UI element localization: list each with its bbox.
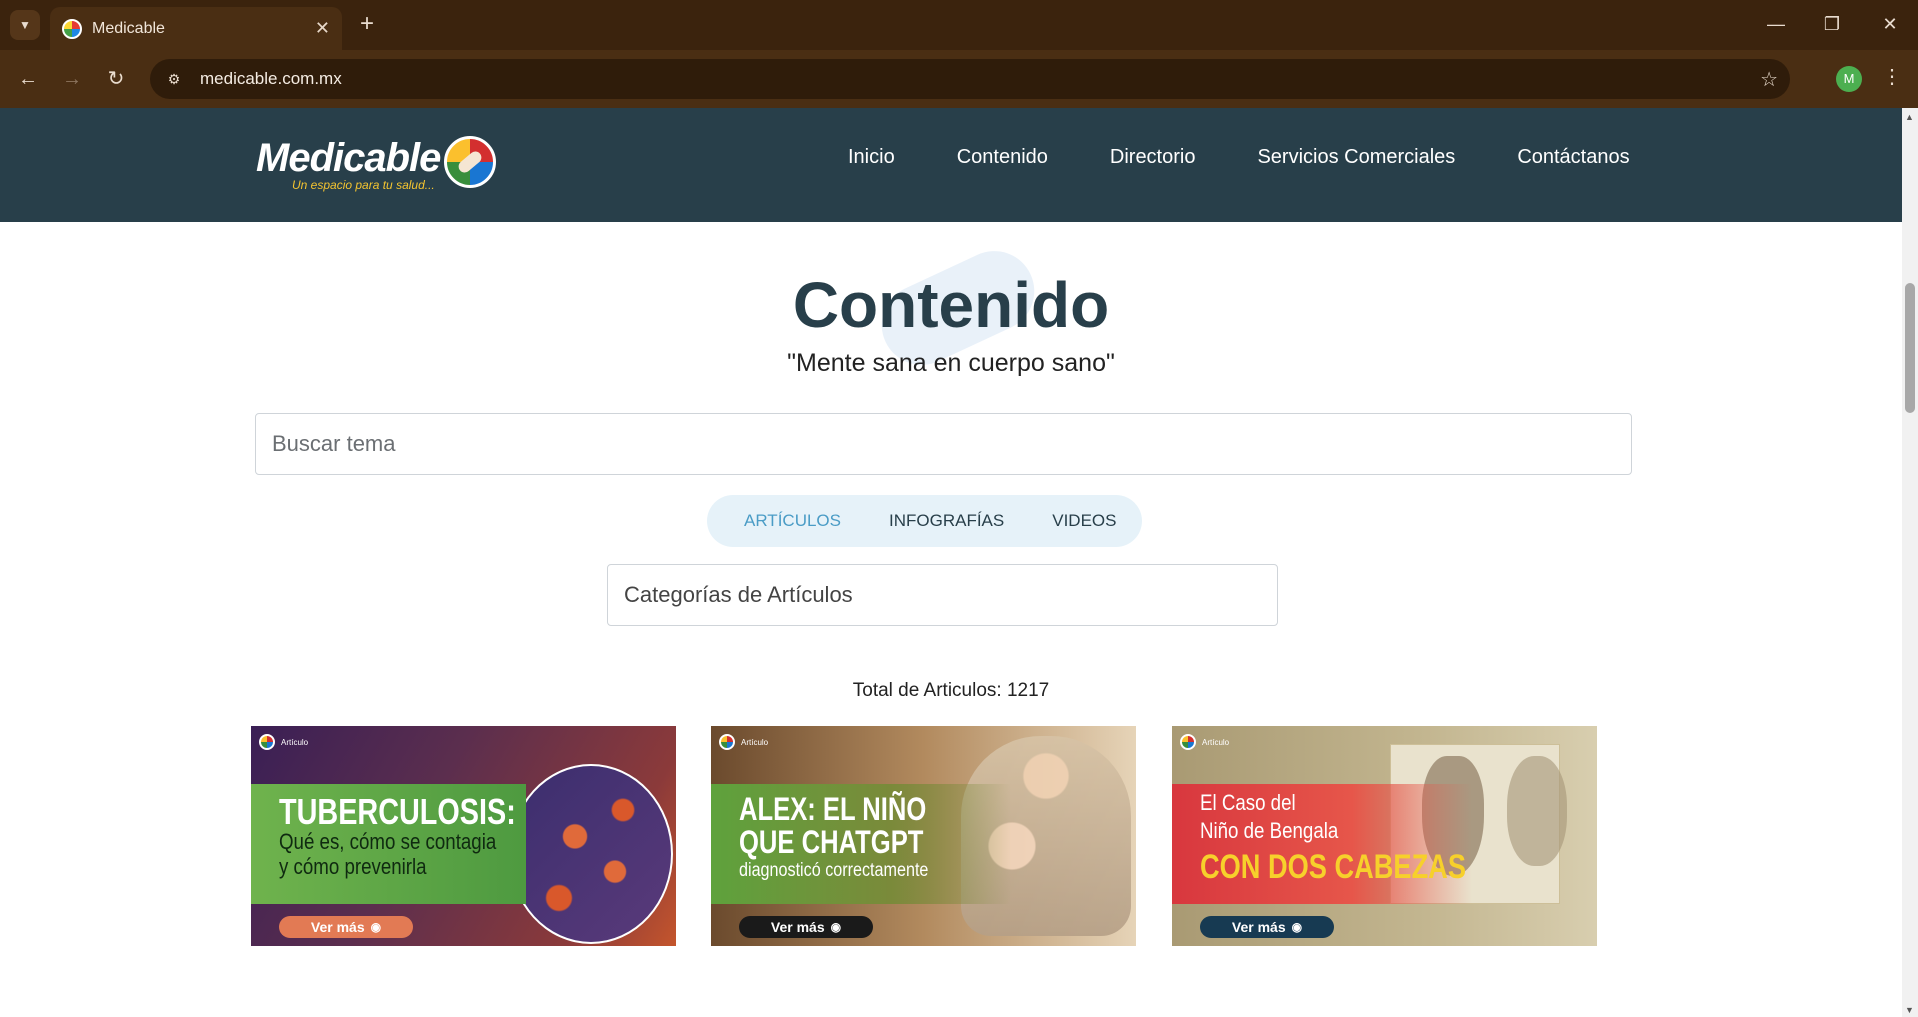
tab-title: Medicable [92,19,165,37]
main-nav: Inicio Contenido Directorio Servicios Co… [848,146,1692,169]
card-title-line3: CON DOS CABEZAS [1200,848,1466,886]
ver-mas-button[interactable]: Ver más ◉ [279,916,413,938]
card-category-tag: Artículo [1180,734,1229,750]
article-card-tuberculosis[interactable]: Artículo TUBERCULOSIS: Qué es, cómo se c… [251,726,676,946]
forward-arrow-icon: → [62,68,82,90]
page-title: Contenido [792,269,1110,341]
tab-videos[interactable]: VIDEOS [1052,511,1116,531]
minimize-icon[interactable]: — [1756,8,1796,40]
profile-avatar[interactable]: M [1836,66,1862,92]
nav-inicio[interactable]: Inicio [848,146,895,169]
card-title-line2: Qué es, cómo se contagia [279,829,497,854]
site-info-icon[interactable]: ⚙ [162,67,186,91]
tab-articulos[interactable]: ARTÍCULOS [744,511,841,531]
new-tab-plus-icon[interactable]: + [352,10,382,40]
bookmark-star-icon[interactable]: ☆ [1760,67,1778,92]
ver-mas-button[interactable]: Ver más ◉ [739,916,873,938]
card-title-line2: QUE CHATGPT [739,824,924,860]
browser-menu-icon[interactable]: ⋮ [1882,64,1902,89]
eye-icon: ◉ [1291,920,1303,934]
url-text[interactable]: medicable.com.mx [200,69,342,89]
total-count: Total de Articulos: 1217 [852,680,1050,701]
bacteria-illustration [509,764,673,944]
page-scrollbar[interactable]: ▲ ▼ [1902,108,1918,1017]
category-select[interactable]: Categorías de Artículos [607,564,1278,626]
nav-servicios-comerciales[interactable]: Servicios Comerciales [1257,146,1455,169]
logo-text: Medicable [256,136,441,180]
scroll-up-arrow-icon[interactable]: ▲ [1905,112,1914,122]
card-title-line3: y cómo prevenirla [279,854,427,879]
medicable-favicon-icon [62,18,82,39]
tab-infografias[interactable]: INFOGRAFÍAS [889,511,1004,531]
nav-directorio[interactable]: Directorio [1110,146,1196,169]
nav-contactanos[interactable]: Contáctanos [1517,146,1629,169]
article-card-bengala[interactable]: Artículo El Caso del Niño de Bengala CON… [1172,726,1597,946]
back-arrow-icon[interactable]: ← [12,63,44,95]
scroll-thumb[interactable] [1905,283,1915,413]
tab-close-icon[interactable]: ✕ [315,18,330,39]
eye-icon: ◉ [370,920,382,934]
window-close-icon[interactable]: ✕ [1870,8,1910,40]
reload-icon[interactable]: ↻ [100,63,132,95]
card-title-line1: TUBERCULOSIS: [279,791,516,832]
medicable-logo[interactable]: Medicable Un espacio para tu salud... [256,136,496,196]
site-header: Medicable Un espacio para tu salud... In… [0,108,1902,222]
restore-icon[interactable]: ❐ [1812,8,1852,40]
logo-tagline: Un espacio para tu salud... [292,178,435,192]
medicable-logo-icon [259,734,275,750]
card-category-tag: Artículo [719,734,768,750]
browser-toolbar: ← → ↻ ⚙ medicable.com.mx ☆ M ⋮ [0,50,1918,108]
card-title-line3: diagnosticó correctamente [739,860,929,881]
card-title-line2: Niño de Bengala [1200,818,1339,843]
article-card-alex[interactable]: Artículo ALEX: EL NIÑO QUE CHATGPT diagn… [711,726,1136,946]
search-input[interactable] [255,413,1632,475]
browser-tabstrip: ▼ Medicable ✕ + — ❐ ✕ [0,0,1918,50]
page-subtitle: "Mente sana en cuerpo sano" [787,349,1115,377]
medicable-logo-icon [719,734,735,750]
page-viewport: Medicable Un espacio para tu salud... In… [0,108,1902,1017]
skull-illustration [1507,756,1567,866]
card-category-tag: Artículo [259,734,308,750]
scroll-down-arrow-icon[interactable]: ▼ [1905,1005,1914,1015]
nav-contenido[interactable]: Contenido [957,146,1048,169]
tab-search-chevron-icon[interactable]: ▼ [10,10,40,40]
bandage-badge-icon [444,136,496,188]
content-tabs: ARTÍCULOS INFOGRAFÍAS VIDEOS [707,495,1142,547]
eye-icon: ◉ [830,920,842,934]
address-bar[interactable]: ⚙ medicable.com.mx ☆ [150,59,1790,99]
ver-mas-button[interactable]: Ver más ◉ [1200,916,1334,938]
card-title-line1: ALEX: EL NIÑO [739,791,927,827]
browser-tab[interactable]: Medicable ✕ [50,7,342,50]
medicable-logo-icon [1180,734,1196,750]
card-title-line1: El Caso del [1200,790,1296,815]
